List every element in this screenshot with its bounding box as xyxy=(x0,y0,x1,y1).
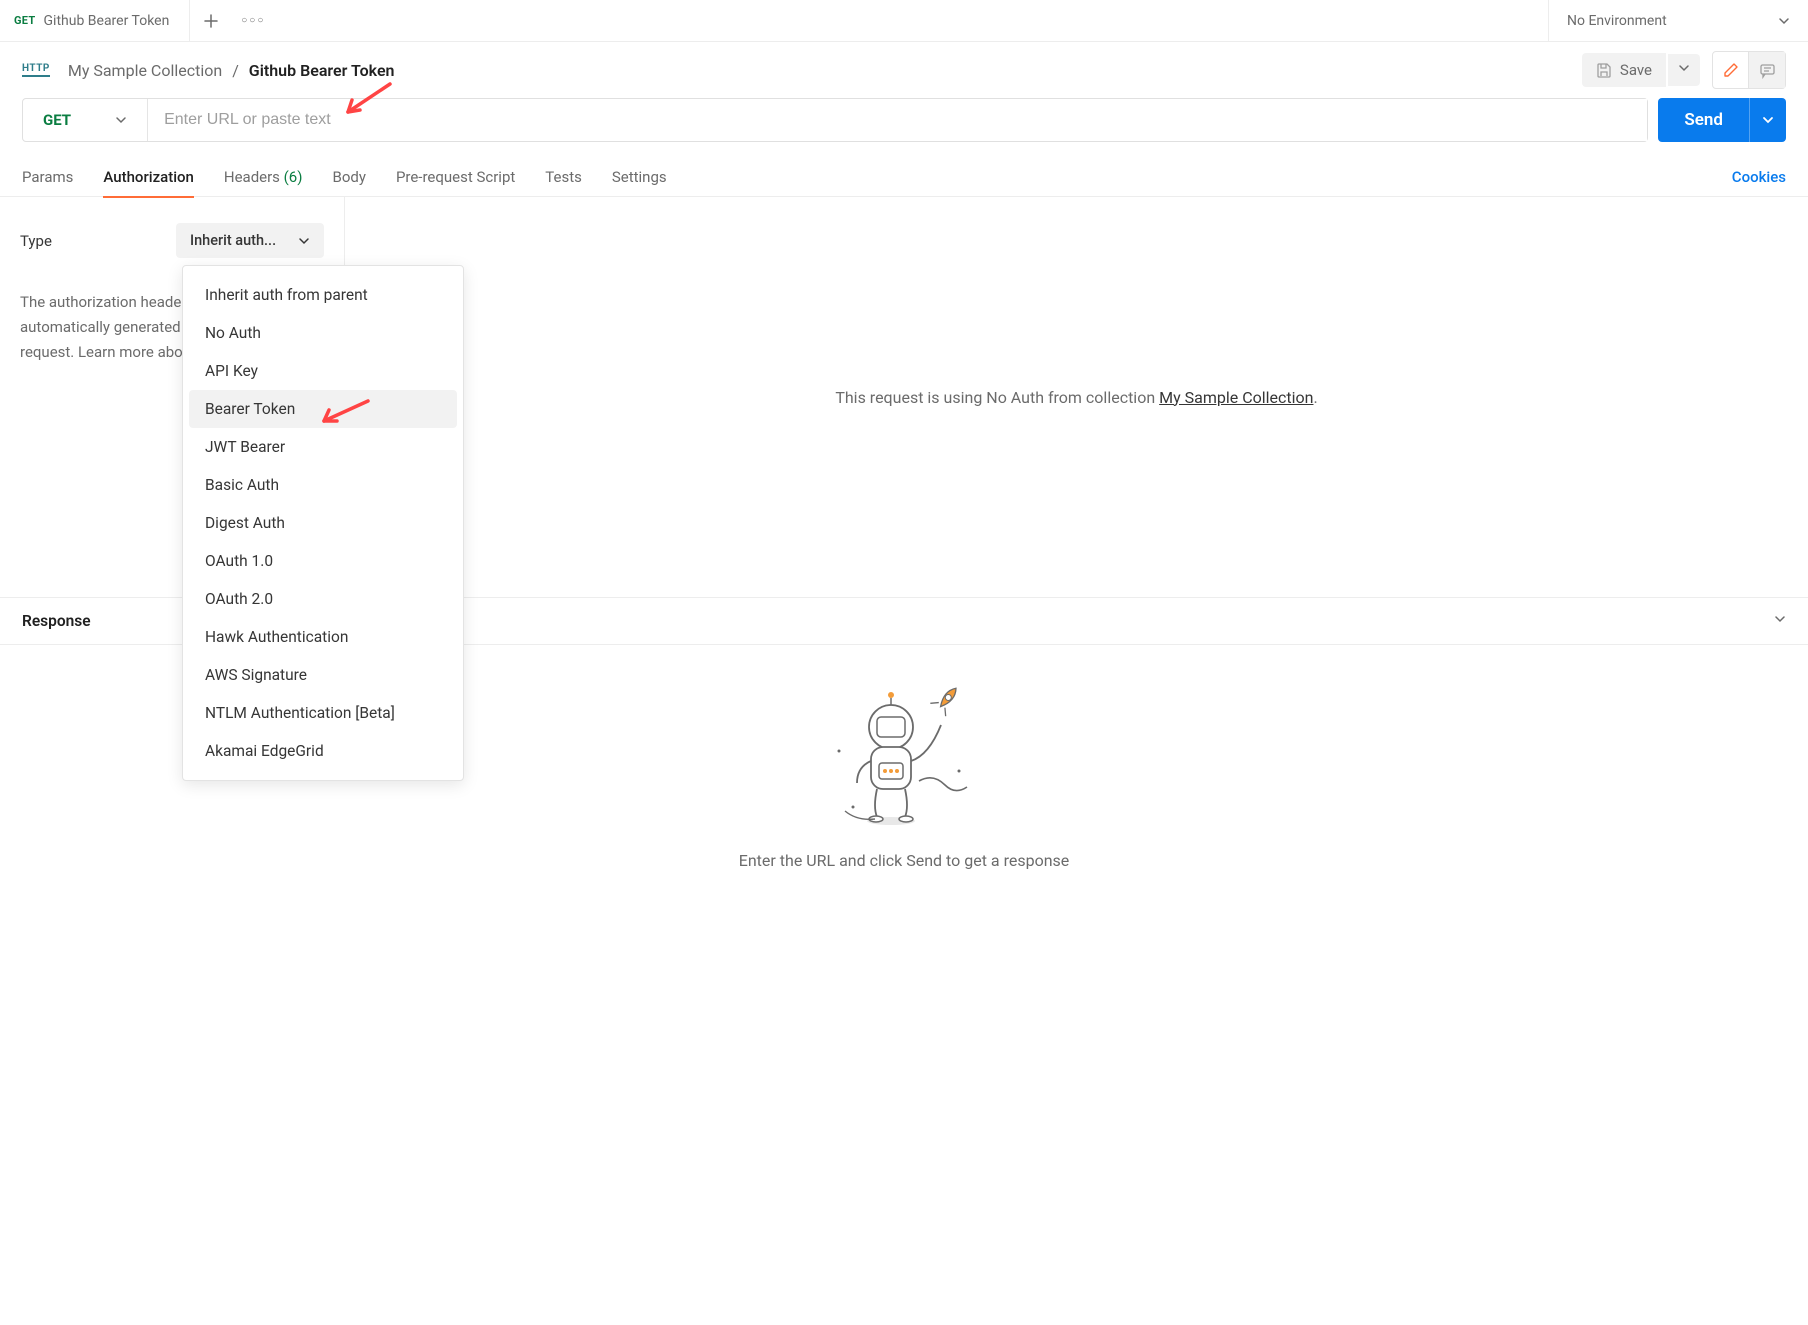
auth-status-suffix: . xyxy=(1313,388,1317,407)
response-hint: Enter the URL and click Send to get a re… xyxy=(739,851,1070,870)
auth-option-aws[interactable]: AWS Signature xyxy=(183,656,463,694)
new-tab-button[interactable] xyxy=(190,13,232,29)
more-icon: ○○○ xyxy=(241,15,265,26)
method-label: GET xyxy=(43,111,71,129)
chevron-down-icon xyxy=(298,235,310,247)
tab-body[interactable]: Body xyxy=(332,158,365,196)
environment-label: No Environment xyxy=(1567,13,1667,29)
auth-option-oauth2[interactable]: OAuth 2.0 xyxy=(183,580,463,618)
method-selector[interactable]: GET xyxy=(23,99,148,141)
auth-option-apikey[interactable]: API Key xyxy=(183,352,463,390)
auth-option-akamai[interactable]: Akamai EdgeGrid xyxy=(183,732,463,770)
auth-type-row: Type Inherit auth... xyxy=(20,223,324,258)
request-tabs: Params Authorization Headers (6) Body Pr… xyxy=(0,158,1808,197)
auth-option-digest[interactable]: Digest Auth xyxy=(183,504,463,542)
response-collapse-button[interactable] xyxy=(1774,613,1786,629)
request-tab[interactable]: GET Github Bearer Token xyxy=(0,0,190,42)
auth-status-message: This request is using No Auth from colle… xyxy=(835,388,1317,407)
tab-method-badge: GET xyxy=(14,14,36,27)
tab-overflow-button[interactable]: ○○○ xyxy=(232,15,274,26)
breadcrumb-separator: / xyxy=(232,61,239,80)
tab-settings[interactable]: Settings xyxy=(612,158,667,196)
save-dropdown-button[interactable] xyxy=(1668,54,1700,86)
tab-strip: GET Github Bearer Token ○○○ xyxy=(0,0,274,42)
cookies-link[interactable]: Cookies xyxy=(1732,168,1786,186)
auth-option-bearer[interactable]: Bearer Token xyxy=(189,390,457,428)
headers-count-badge: (6) xyxy=(284,168,303,186)
auth-status-prefix: This request is using No Auth from colle… xyxy=(835,388,1159,407)
auth-type-selector[interactable]: Inherit auth... xyxy=(176,223,324,258)
chevron-down-icon xyxy=(1774,613,1786,625)
save-button-group: Save xyxy=(1582,53,1700,87)
url-input[interactable] xyxy=(148,99,1647,141)
auth-option-oauth1[interactable]: OAuth 1.0 xyxy=(183,542,463,580)
tab-headers[interactable]: Headers (6) xyxy=(224,158,303,196)
tab-tests[interactable]: Tests xyxy=(545,158,582,196)
tab-params[interactable]: Params xyxy=(22,158,73,196)
auth-option-noauth[interactable]: No Auth xyxy=(183,314,463,352)
save-label: Save xyxy=(1620,61,1652,79)
save-button[interactable]: Save xyxy=(1582,53,1666,87)
send-button-group: Send xyxy=(1658,98,1786,142)
auth-option-basic[interactable]: Basic Auth xyxy=(183,466,463,504)
tab-headers-label: Headers xyxy=(224,168,280,186)
environment-selector[interactable]: No Environment xyxy=(1548,0,1808,42)
chevron-down-icon xyxy=(1678,62,1690,74)
comments-button[interactable] xyxy=(1749,52,1785,88)
send-dropdown-button[interactable] xyxy=(1749,98,1786,142)
send-button[interactable]: Send xyxy=(1658,98,1749,142)
chevron-down-icon xyxy=(1778,15,1790,27)
pencil-icon xyxy=(1722,62,1739,79)
auth-type-dropdown: Inherit auth from parent No Auth API Key… xyxy=(182,265,464,781)
header-icon-group xyxy=(1712,51,1786,89)
send-label: Send xyxy=(1684,110,1723,130)
breadcrumb-current: Github Bearer Token xyxy=(249,61,395,80)
auth-type-value: Inherit auth... xyxy=(190,232,276,249)
url-row: GET Send xyxy=(0,98,1808,158)
auth-collection-link[interactable]: My Sample Collection xyxy=(1159,388,1313,407)
comment-icon xyxy=(1759,62,1776,79)
chevron-down-icon xyxy=(1762,114,1774,126)
tab-prerequest[interactable]: Pre-request Script xyxy=(396,158,515,196)
tab-authorization[interactable]: Authorization xyxy=(103,158,193,196)
tab-title: Github Bearer Token xyxy=(44,13,170,29)
method-url-group: GET xyxy=(22,98,1648,142)
edit-button[interactable] xyxy=(1713,52,1749,88)
authorization-panel: Type Inherit auth... The authorization h… xyxy=(0,197,1808,597)
request-header: HTTP My Sample Collection / Github Beare… xyxy=(0,42,1808,98)
auth-option-ntlm[interactable]: NTLM Authentication [Beta] xyxy=(183,694,463,732)
auth-type-label: Type xyxy=(20,232,52,250)
top-tab-bar: GET Github Bearer Token ○○○ No Environme… xyxy=(0,0,1808,42)
chevron-down-icon xyxy=(115,114,127,126)
save-icon xyxy=(1596,62,1612,78)
breadcrumb: My Sample Collection / Github Bearer Tok… xyxy=(68,61,395,80)
auth-option-hawk[interactable]: Hawk Authentication xyxy=(183,618,463,656)
auth-option-jwt[interactable]: JWT Bearer xyxy=(183,428,463,466)
auth-option-inherit[interactable]: Inherit auth from parent xyxy=(183,276,463,314)
auth-right-pane: This request is using No Auth from colle… xyxy=(345,197,1808,597)
header-actions: Save xyxy=(1582,51,1786,89)
breadcrumb-parent[interactable]: My Sample Collection xyxy=(68,61,222,80)
plus-icon xyxy=(203,13,219,29)
response-title: Response xyxy=(22,612,91,630)
astronaut-illustration-icon xyxy=(819,681,989,831)
http-icon: HTTP xyxy=(22,63,50,77)
